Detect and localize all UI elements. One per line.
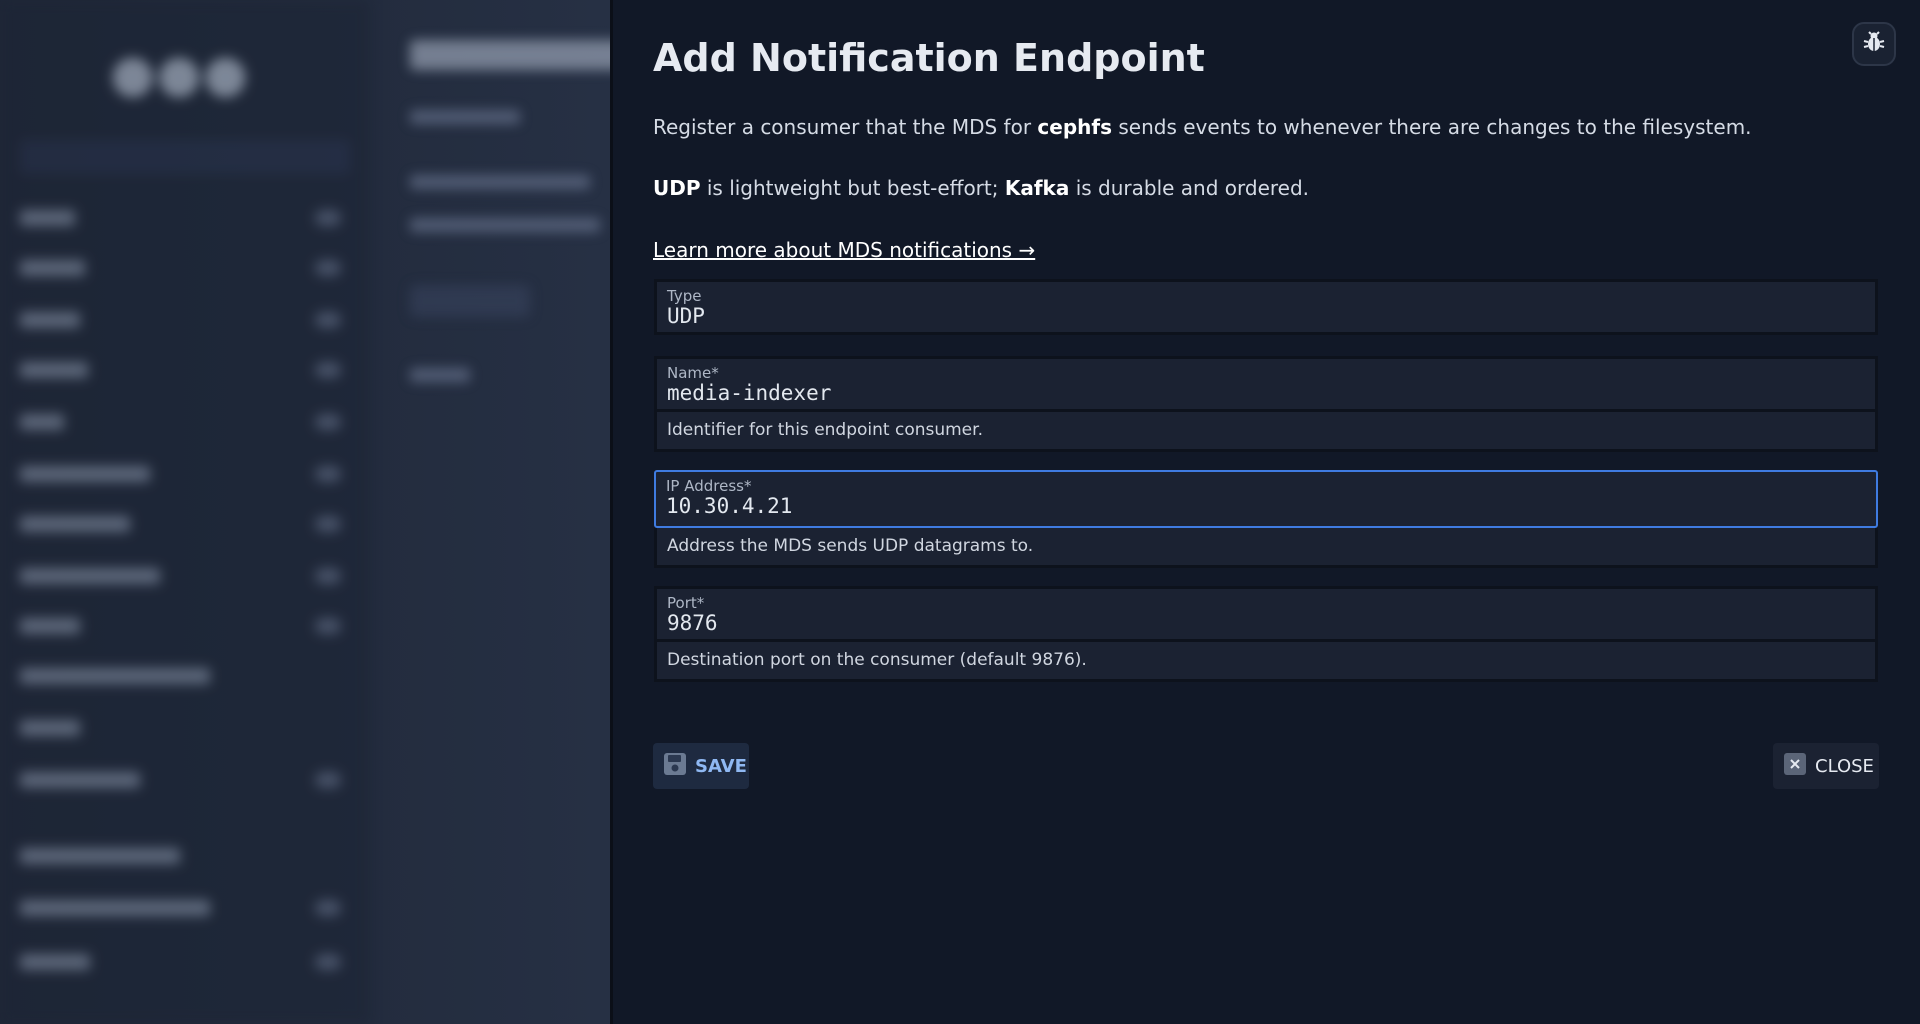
background-nav-badge <box>315 312 341 328</box>
background-nav-item <box>20 260 85 276</box>
background-nav-item <box>20 568 160 584</box>
background-nav-badge <box>315 466 341 482</box>
close-label: CLOSE <box>1815 755 1874 777</box>
blurred-content: ●●● <box>0 0 610 1024</box>
background-nav-item <box>20 362 88 378</box>
background-nav-item <box>20 954 90 970</box>
background-nav-badge <box>315 618 341 634</box>
background-nav-badge <box>315 900 341 916</box>
dialog-intro-text: Register a consumer that the MDS for cep… <box>653 115 1752 139</box>
background-logo: ●●● <box>110 44 250 104</box>
intro-text-end: sends events to whenever there are chang… <box>1112 115 1752 139</box>
background-search <box>20 140 350 174</box>
port-helper-text: Destination port on the consumer (defaul… <box>654 642 1878 682</box>
ip-address-label: IP Address* <box>666 477 752 495</box>
floppy-disk-icon <box>663 752 687 780</box>
transport-text-end: is durable and ordered. <box>1069 176 1310 200</box>
background-nav-item <box>20 414 64 430</box>
port-label: Port* <box>667 594 705 612</box>
background-heading <box>410 175 590 189</box>
background-nav-badge <box>315 568 341 584</box>
background-nav-item <box>20 668 210 684</box>
dialog-title: Add Notification Endpoint <box>653 36 1205 80</box>
port-value: 9876 <box>667 611 718 635</box>
close-button[interactable]: CLOSE <box>1773 743 1879 789</box>
background-nav-badge <box>315 414 341 430</box>
background-nav-badge <box>315 772 341 788</box>
background-nav-badge <box>315 362 341 378</box>
background-nav-item <box>20 516 130 532</box>
close-x-icon <box>1783 752 1807 780</box>
ip-address-value: 10.30.4.21 <box>666 494 793 518</box>
intro-text-start: Register a consumer that the MDS for <box>653 115 1038 139</box>
background-nav-item <box>20 618 80 634</box>
name-value: media-indexer <box>667 381 832 405</box>
type-value: UDP <box>667 304 705 328</box>
name-label: Name* <box>667 364 719 382</box>
background-nav-item <box>20 720 80 736</box>
background-text-line <box>410 218 600 232</box>
background-nav-badge <box>315 516 341 532</box>
learn-more-link[interactable]: Learn more about MDS notifications → <box>653 238 1035 262</box>
type-select[interactable]: Type UDP <box>654 279 1878 335</box>
save-label: SAVE <box>695 755 747 777</box>
kafka-term: Kafka <box>1004 176 1070 200</box>
background-button <box>410 285 530 317</box>
background-tab <box>410 110 520 124</box>
name-helper-text: Identifier for this endpoint consumer. <box>654 412 1878 452</box>
background-nav-badge <box>315 260 341 276</box>
ip-address-field[interactable]: IP Address* 10.30.4.21 <box>654 470 1878 528</box>
background-nav-item <box>20 848 180 864</box>
debug-button[interactable] <box>1852 22 1896 66</box>
filesystem-name: cephfs <box>1037 115 1112 139</box>
bug-icon <box>1862 30 1886 58</box>
background-nav-badge <box>315 210 341 226</box>
udp-term: UDP <box>653 176 701 200</box>
ip-address-helper-text: Address the MDS sends UDP datagrams to. <box>654 528 1878 568</box>
background-app: ●●● <box>0 0 610 1024</box>
background-nav-item <box>20 900 210 916</box>
background-nav-badge <box>315 954 341 970</box>
background-label <box>410 368 470 382</box>
name-field[interactable]: Name* media-indexer <box>654 356 1878 412</box>
background-nav-item <box>20 312 80 328</box>
background-nav-item <box>20 210 75 226</box>
background-page-title <box>410 40 610 70</box>
transport-description: UDP is lightweight but best-effort; Kafk… <box>653 176 1309 200</box>
background-nav-item <box>20 466 150 482</box>
type-label: Type <box>667 287 702 305</box>
background-nav-item <box>20 772 140 788</box>
port-field[interactable]: Port* 9876 <box>654 586 1878 642</box>
transport-text-mid: is lightweight but best-effort; <box>700 176 1005 200</box>
save-button[interactable]: SAVE <box>653 743 749 789</box>
